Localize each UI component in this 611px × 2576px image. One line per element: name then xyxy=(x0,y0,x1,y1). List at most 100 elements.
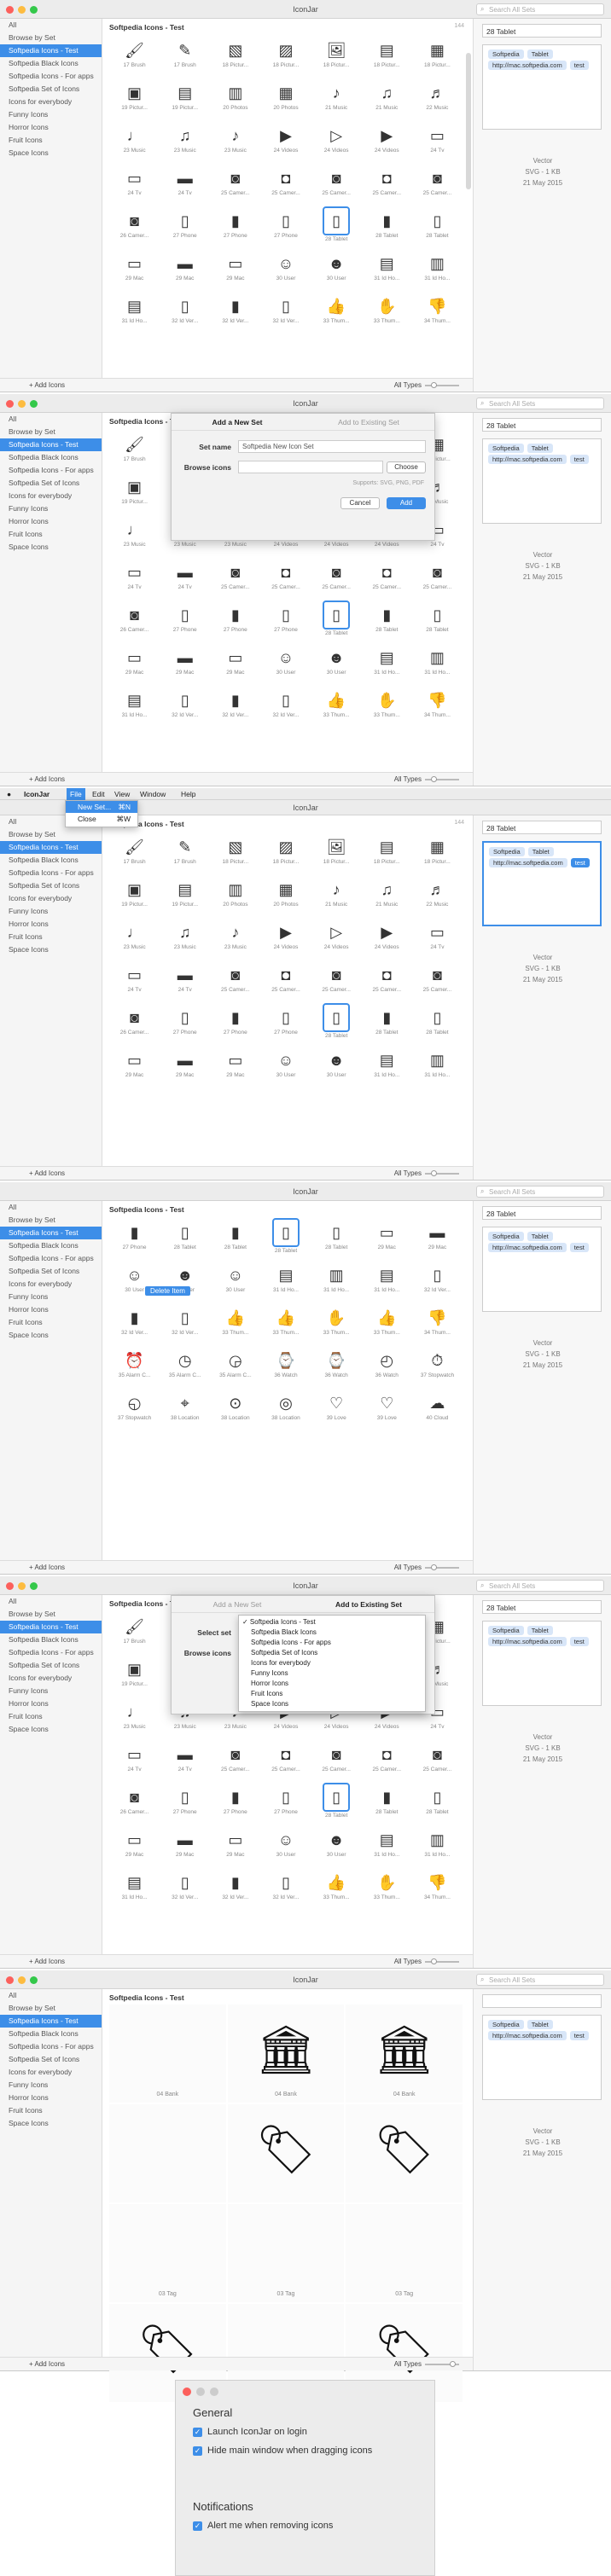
tag[interactable]: Tablet xyxy=(527,49,553,59)
icon-cell[interactable]: ⌚ 36 Watch xyxy=(260,1346,311,1385)
tab-new-set[interactable]: Add a New Set xyxy=(172,414,303,430)
icon-cell[interactable]: 🖌 17 Brush xyxy=(109,36,160,75)
icon-cell[interactable]: ▮ 32 Id Ver... xyxy=(210,1868,260,1907)
icon-cell[interactable]: ▯ 32 Id Ver... xyxy=(260,686,311,725)
icon-cell[interactable]: ☺ 30 User xyxy=(260,249,311,288)
sidebar-item[interactable]: All xyxy=(0,413,102,426)
tab-existing-set[interactable]: Add to Existing Set xyxy=(303,1596,434,1612)
sidebar-item[interactable]: Softpedia Icons - Test xyxy=(0,438,102,451)
icon-cell[interactable]: ▦ 18 Pictur... xyxy=(412,833,463,872)
icon-cell[interactable]: 🖌 17 Brush xyxy=(109,430,160,469)
tags-field[interactable]: Softpedia Tablet http://mac.softpedia.com t… xyxy=(482,2015,602,2100)
icon-cell[interactable]: ▬ 24 Tv xyxy=(160,558,210,597)
icon-cell[interactable]: ▭ 24 Tv xyxy=(412,121,463,160)
icon-cell[interactable]: ▶ 24 Videos xyxy=(362,918,412,957)
sidebar-item[interactable]: Fruit Icons xyxy=(0,1316,102,1329)
icon-cell[interactable]: ▥ 31 Id Ho... xyxy=(311,1261,362,1300)
icon-cell[interactable]: ▤ 31 Id Ho... xyxy=(362,643,412,682)
sidebar-item[interactable]: Fruit Icons xyxy=(0,134,102,147)
icon-cell[interactable]: 👍 33 Thum... xyxy=(362,1303,412,1343)
tags-field[interactable]: Softpedia Tablet http://mac.softpedia.com t… xyxy=(482,841,602,926)
sidebar-item[interactable]: Softpedia Set of Icons xyxy=(0,477,102,490)
zoom-slider-knob[interactable] xyxy=(431,1170,437,1176)
sidebar-item[interactable]: Softpedia Black Icons xyxy=(0,2028,102,2040)
menu-file[interactable]: File xyxy=(67,788,85,800)
tag[interactable]: Softpedia xyxy=(488,1232,524,1241)
tag[interactable]: http://mac.softpedia.com xyxy=(489,858,567,867)
set-name-field[interactable]: Softpedia New Icon Set xyxy=(238,440,426,453)
sidebar-item[interactable]: Softpedia Black Icons xyxy=(0,854,102,867)
icon-cell[interactable]: ⏰ 35 Alarm C... xyxy=(109,1346,160,1385)
icon-cell[interactable]: 👍 33 Thum... xyxy=(260,1303,311,1343)
sidebar-item[interactable]: Softpedia Icons - For apps xyxy=(0,2040,102,2053)
icon-cell[interactable]: 03 Tag xyxy=(109,2204,226,2302)
icon-cell[interactable]: ♬ 22 Music xyxy=(412,78,463,118)
icon-cell[interactable]: ◙ 25 Camer... xyxy=(412,960,463,1000)
icon-cell[interactable]: ▮ 28 Tablet xyxy=(362,1783,412,1822)
icon-cell[interactable]: ◘ 25 Camer... xyxy=(362,558,412,597)
icon-cell[interactable]: ▣ 19 Pictur... xyxy=(109,1655,160,1694)
icon-cell[interactable]: ▬ 29 Mac xyxy=(160,1046,210,1085)
sidebar-item[interactable]: Funny Icons xyxy=(0,1291,102,1303)
icon-cell[interactable]: ▮ 28 Tablet xyxy=(362,1003,412,1042)
icon-cell[interactable]: ▤ 19 Pictur... xyxy=(160,78,210,118)
icon-cell[interactable]: ♡ 39 Love xyxy=(311,1389,362,1428)
icon-cell[interactable]: ▮ 27 Phone xyxy=(109,1218,160,1257)
icon-cell[interactable]: ▤ 31 Id Ho... xyxy=(109,292,160,331)
icon-cell[interactable]: 🖌 17 Brush xyxy=(109,833,160,872)
icon-cell[interactable]: 🏷 xyxy=(346,2104,463,2202)
icon-cell[interactable]: ◷ 35 Alarm C... xyxy=(160,1346,210,1385)
launch-on-login-checkbox[interactable]: ✓ Launch IconJar on login xyxy=(193,2427,307,2437)
icon-cell[interactable]: ▤ 31 Id Ho... xyxy=(362,1825,412,1865)
icon-cell[interactable]: ♫ 23 Music xyxy=(160,918,210,957)
icon-cell[interactable]: ▮ 32 Id Ver... xyxy=(109,1303,160,1343)
icon-cell[interactable]: ▥ 20 Photos xyxy=(210,78,260,118)
sidebar-item[interactable]: Softpedia Icons - Test xyxy=(0,44,102,57)
zoom-slider[interactable] xyxy=(425,1567,459,1569)
tags-field[interactable]: Softpedia Tablet http://mac.softpedia.com t… xyxy=(482,1621,602,1706)
add-icons-button[interactable]: + Add Icons xyxy=(0,772,102,786)
type-filter[interactable]: All Types xyxy=(394,1564,422,1571)
dropdown-option[interactable]: Space Icons xyxy=(239,1699,425,1709)
sidebar-item[interactable]: Funny Icons xyxy=(0,2079,102,2092)
search-input[interactable]: ⌕ Search All Sets xyxy=(476,3,604,15)
icon-cell[interactable]: ▯ 27 Phone xyxy=(260,1003,311,1042)
sidebar-item[interactable]: Softpedia Icons - Test xyxy=(0,1621,102,1633)
icon-cell[interactable]: ▯ 27 Phone xyxy=(160,1783,210,1822)
add-icons-button[interactable]: + Add Icons xyxy=(0,1560,102,1574)
sidebar-item[interactable]: Softpedia Set of Icons xyxy=(0,1265,102,1278)
zoom-slider-knob[interactable] xyxy=(450,2361,456,2367)
icon-cell[interactable]: ▭ 24 Tv xyxy=(109,164,160,203)
icon-cell[interactable]: ◙ 25 Camer... xyxy=(412,164,463,203)
icon-cell[interactable]: ▬ 29 Mac xyxy=(160,643,210,682)
sidebar-item[interactable]: Softpedia Icons - Test xyxy=(0,1227,102,1239)
icon-cell[interactable]: ◙ 26 Camer... xyxy=(109,600,160,640)
sidebar-item[interactable]: Softpedia Icons - Test xyxy=(0,841,102,854)
sidebar-item[interactable]: Horror Icons xyxy=(0,2092,102,2104)
icon-name-field[interactable]: 28 Tablet xyxy=(482,418,602,432)
icon-name-field[interactable] xyxy=(482,1994,602,2008)
icon-cell[interactable]: ☻ 30 User xyxy=(311,643,362,682)
icon-cell[interactable]: ☁ 40 Cloud xyxy=(412,1389,463,1428)
close-button[interactable] xyxy=(183,2387,191,2396)
icon-cell[interactable]: ✋ 33 Thum... xyxy=(311,1303,362,1343)
icon-cell[interactable]: 👍 33 Thum... xyxy=(311,1868,362,1907)
add-icons-button[interactable]: + Add Icons xyxy=(0,378,102,392)
hide-window-checkbox[interactable]: ✓ Hide main window when dragging icons xyxy=(193,2445,372,2456)
icon-cell[interactable]: ☺ 30 User xyxy=(260,1046,311,1085)
tag[interactable]: test xyxy=(569,2031,589,2040)
add-icons-button[interactable]: + Add Icons xyxy=(0,2357,102,2370)
icon-cell[interactable]: ☻ 30 User xyxy=(311,1046,362,1085)
tag[interactable]: test xyxy=(569,61,589,70)
icon-cell[interactable]: ◙ 26 Camer... xyxy=(109,1003,160,1042)
icon-cell[interactable]: ▣ 19 Pictur... xyxy=(109,473,160,512)
icon-cell[interactable]: ♩ 23 Music xyxy=(109,1697,160,1737)
icon-cell[interactable]: ▯ 28 Tablet xyxy=(311,206,362,246)
menu-help[interactable]: Help xyxy=(181,790,195,798)
sidebar-item[interactable]: Softpedia Black Icons xyxy=(0,1633,102,1646)
menu-item-close[interactable]: Close ⌘W xyxy=(66,813,137,825)
icon-cell[interactable]: ◙ 25 Camer... xyxy=(210,960,260,1000)
sidebar-item[interactable]: Softpedia Icons - For apps xyxy=(0,70,102,83)
menu-item-new-set[interactable]: New Set... ⌘N xyxy=(66,801,137,813)
alert-removing-checkbox[interactable]: ✓ Alert me when removing icons xyxy=(193,2521,333,2531)
